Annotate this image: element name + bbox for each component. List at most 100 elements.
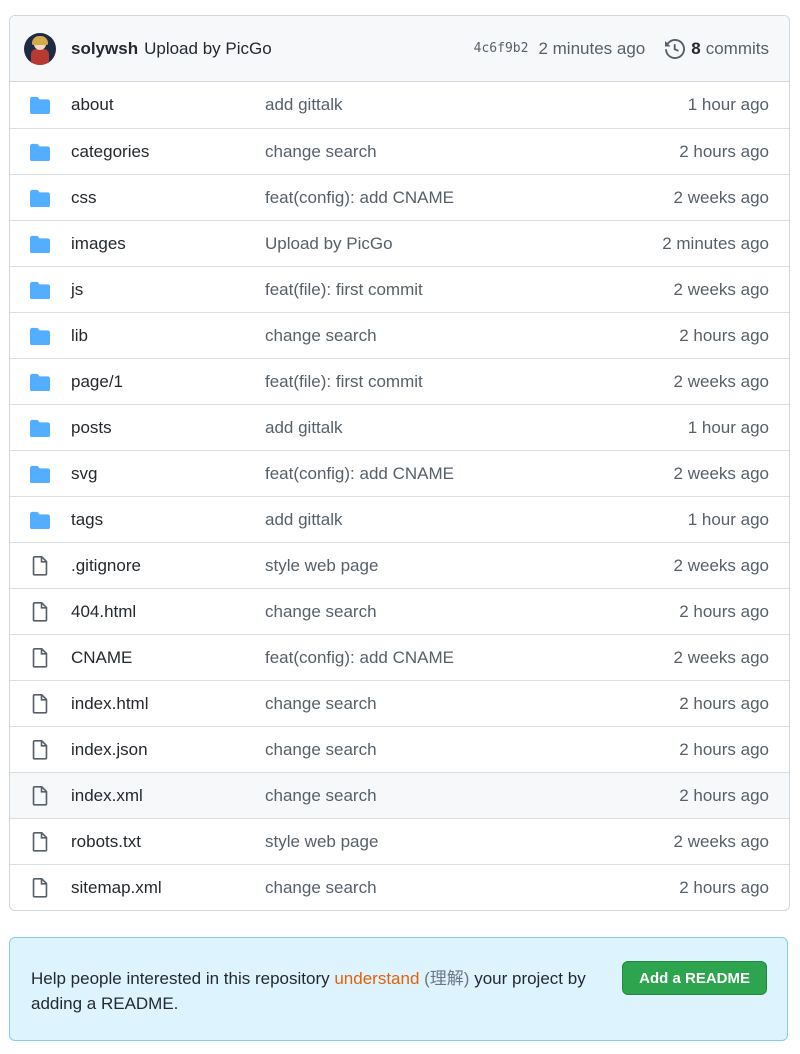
file-icon <box>30 647 50 668</box>
folder-icon <box>30 372 50 392</box>
commit-message-link[interactable]: change search <box>265 786 679 806</box>
commits-label: commits <box>705 38 769 58</box>
folder-icon <box>30 510 50 530</box>
file-name-link[interactable]: svg <box>71 464 265 484</box>
commits-history-link[interactable]: 8 commits <box>665 38 769 59</box>
commit-age: 2 weeks ago <box>673 831 769 851</box>
file-name-link[interactable]: .gitignore <box>71 556 265 576</box>
commit-message-link[interactable]: change search <box>265 602 679 622</box>
file-name-link[interactable]: posts <box>71 418 265 438</box>
commit-message-link[interactable]: Upload by PicGo <box>265 234 662 254</box>
commit-age: 2 hours ago <box>679 325 769 345</box>
file-row[interactable]: sitemap.xml change search 2 hours ago <box>10 864 789 910</box>
file-name-link[interactable]: page/1 <box>71 372 265 392</box>
file-row[interactable]: index.xml change search 2 hours ago <box>10 772 789 818</box>
file-name-link[interactable]: categories <box>71 142 265 162</box>
file-row[interactable]: categories change search 2 hours ago <box>10 128 789 174</box>
commit-message-link[interactable]: add gittalk <box>265 418 688 438</box>
file-icon <box>30 555 50 576</box>
avatar[interactable] <box>24 32 56 65</box>
file-name-link[interactable]: about <box>71 95 265 115</box>
file-list: about add gittalk 1 hour ago categories chan… <box>10 82 789 910</box>
commit-message-link[interactable]: feat(config): add CNAME <box>265 464 674 484</box>
file-row[interactable]: robots.txt style web page 2 weeks ago <box>10 818 789 864</box>
file-row[interactable]: svg feat(config): add CNAME 2 weeks ago <box>10 450 789 496</box>
file-icon <box>30 693 50 714</box>
folder-icon <box>30 188 50 208</box>
file-row[interactable]: .gitignore style web page 2 weeks ago <box>10 542 789 588</box>
commit-message-link[interactable]: style web page <box>265 556 674 576</box>
commit-age: 1 hour ago <box>687 95 769 114</box>
file-name-link[interactable]: tags <box>71 510 265 530</box>
folder-icon <box>30 95 50 115</box>
commit-age: 2 minutes ago <box>662 233 769 253</box>
file-name-link[interactable]: js <box>71 280 265 300</box>
file-icon <box>30 831 50 852</box>
file-browser: solywsh Upload by PicGo 4c6f9b2 2 minute… <box>9 15 790 911</box>
commit-message-link[interactable]: change search <box>265 878 679 898</box>
commit-message-link[interactable]: add gittalk <box>265 95 688 115</box>
folder-icon <box>30 464 50 484</box>
file-icon <box>30 601 50 622</box>
commit-age: 2 hours ago <box>679 785 769 805</box>
commit-message-link[interactable]: feat(config): add CNAME <box>265 648 674 668</box>
file-row[interactable]: index.json change search 2 hours ago <box>10 726 789 772</box>
commit-message-link[interactable]: feat(config): add CNAME <box>265 188 674 208</box>
file-row[interactable]: css feat(config): add CNAME 2 weeks ago <box>10 174 789 220</box>
folder-icon <box>30 418 50 438</box>
file-row[interactable]: CNAME feat(config): add CNAME 2 weeks ago <box>10 634 789 680</box>
commit-sha-link[interactable]: 4c6f9b2 <box>474 41 529 56</box>
file-icon <box>30 877 50 898</box>
readme-text-before: Help people interested in this repositor… <box>31 969 335 988</box>
commit-author-link[interactable]: solywsh <box>71 39 138 59</box>
file-row[interactable]: posts add gittalk 1 hour ago <box>10 404 789 450</box>
file-name-link[interactable]: robots.txt <box>71 832 265 852</box>
commit-count: 8 <box>691 38 701 58</box>
highlighted-word[interactable]: understand <box>334 969 419 988</box>
commit-age: 2 weeks ago <box>673 371 769 391</box>
file-row[interactable]: about add gittalk 1 hour ago <box>10 82 789 128</box>
commit-age: 2 hours ago <box>679 877 769 897</box>
file-name-link[interactable]: 404.html <box>71 602 265 622</box>
commit-age: 2 weeks ago <box>673 187 769 207</box>
file-row[interactable]: 404.html change search 2 hours ago <box>10 588 789 634</box>
commit-age: 2 weeks ago <box>673 647 769 667</box>
commit-age: 2 hours ago <box>679 601 769 621</box>
commit-message-link[interactable]: feat(file): first commit <box>265 280 674 300</box>
commit-age: 2 hours ago <box>679 141 769 161</box>
file-name-link[interactable]: css <box>71 188 265 208</box>
folder-icon <box>30 142 50 162</box>
commit-age: 2 minutes ago <box>538 38 646 58</box>
file-name-link[interactable]: index.json <box>71 740 265 760</box>
file-name-link[interactable]: index.xml <box>71 786 265 806</box>
commit-message-link[interactable]: change search <box>265 326 679 346</box>
file-row[interactable]: page/1 feat(file): first commit 2 weeks ag… <box>10 358 789 404</box>
translation-gloss: (理解) <box>419 969 470 988</box>
commit-message-link[interactable]: Upload by PicGo <box>144 39 474 59</box>
commit-message-link[interactable]: feat(file): first commit <box>265 372 674 392</box>
file-name-link[interactable]: sitemap.xml <box>71 878 265 898</box>
commit-message-link[interactable]: change search <box>265 694 679 714</box>
file-row[interactable]: index.html change search 2 hours ago <box>10 680 789 726</box>
file-icon <box>30 739 50 760</box>
file-name-link[interactable]: CNAME <box>71 648 265 668</box>
file-name-link[interactable]: images <box>71 234 265 254</box>
commit-message-link[interactable]: change search <box>265 142 679 162</box>
commit-message-link[interactable]: change search <box>265 740 679 760</box>
commit-message-link[interactable]: add gittalk <box>265 510 688 530</box>
commit-age: 1 hour ago <box>687 417 769 437</box>
commit-age: 2 weeks ago <box>673 279 769 299</box>
add-readme-button[interactable]: Add a README <box>622 961 767 995</box>
file-row[interactable]: tags add gittalk 1 hour ago <box>10 496 789 542</box>
readme-prompt: Help people interested in this repositor… <box>9 937 788 1041</box>
commit-message-link[interactable]: style web page <box>265 832 674 852</box>
commit-age: 2 hours ago <box>679 693 769 713</box>
commit-age: 2 weeks ago <box>673 555 769 575</box>
commit-age: 2 weeks ago <box>673 463 769 483</box>
commit-age: 2 hours ago <box>679 739 769 759</box>
file-row[interactable]: images Upload by PicGo 2 minutes ago <box>10 220 789 266</box>
file-name-link[interactable]: lib <box>71 326 265 346</box>
file-name-link[interactable]: index.html <box>71 694 265 714</box>
file-row[interactable]: lib change search 2 hours ago <box>10 312 789 358</box>
file-row[interactable]: js feat(file): first commit 2 weeks ago <box>10 266 789 312</box>
